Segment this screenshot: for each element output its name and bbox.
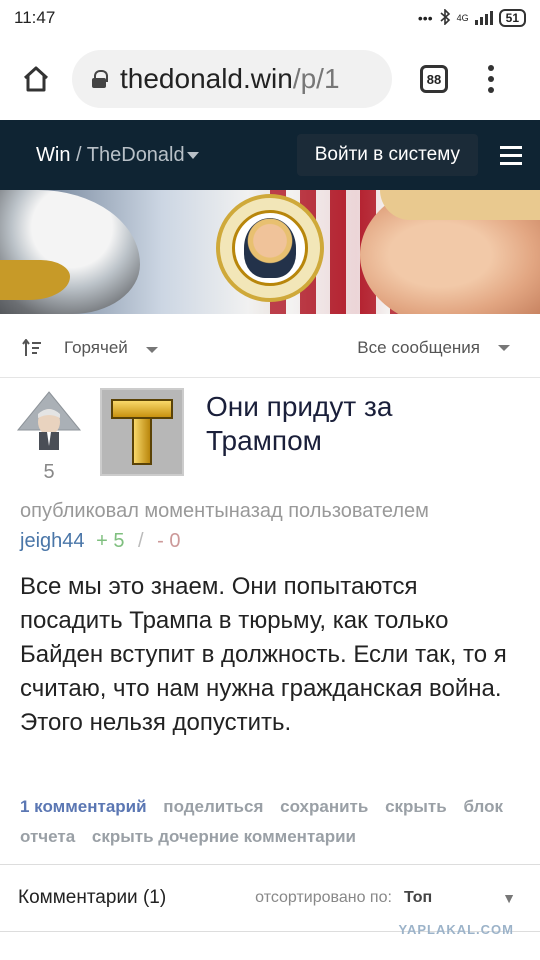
lock-icon: [92, 70, 108, 88]
network-label: 4G: [456, 13, 469, 23]
seal-portrait: [244, 218, 296, 278]
tabs-icon[interactable]: 88: [420, 65, 448, 93]
status-bar: 11:47 ••• 4G 51: [0, 0, 540, 36]
vote-divider: /: [138, 530, 144, 552]
status-time: 11:47: [14, 8, 56, 27]
post-meta: опубликовал моментыназад пользователем j…: [20, 496, 530, 556]
block-link[interactable]: блок: [463, 797, 503, 816]
breadcrumb-separator: /: [76, 143, 82, 166]
dropdown-arrow-icon: [145, 346, 158, 353]
comments-count: Комментарии (1): [18, 887, 167, 908]
post-score: 5: [43, 461, 55, 483]
login-button[interactable]: Войти в систему: [296, 134, 478, 176]
breadcrumb[interactable]: Win / TheDonald: [36, 144, 199, 167]
home-button[interactable]: [14, 57, 58, 101]
hide-children-link[interactable]: скрыть дочерние комментарии: [92, 827, 356, 846]
filter-select[interactable]: Все сообщения: [357, 338, 510, 358]
more-vert-icon[interactable]: [488, 65, 494, 93]
post-thumbnail[interactable]: [100, 388, 184, 476]
sorted-by-label: отсортировано по:: [255, 889, 392, 906]
bluetooth-icon: [439, 7, 451, 28]
author-link[interactable]: jeigh44: [20, 530, 85, 552]
url-text: thedonald.win/p/1: [120, 63, 340, 95]
sort-bar: Горячей Все сообщения: [0, 318, 540, 378]
brand-link[interactable]: Win: [36, 144, 70, 166]
browser-toolbar: thedonald.win/p/1 88: [0, 38, 540, 120]
vote-column: 5: [16, 388, 82, 484]
filter-label: Все сообщения: [357, 337, 480, 357]
url-path: /p/1: [292, 63, 340, 94]
post-title[interactable]: Они придут за Трампом: [206, 390, 506, 458]
comments-link[interactable]: 1 комментарий: [20, 797, 147, 816]
presidential-seal-logo: [216, 194, 324, 302]
seal-ring: [232, 210, 308, 286]
report-link[interactable]: отчета: [20, 827, 75, 846]
sort-label: Горячей: [64, 337, 128, 357]
post-actions: 1 комментарий поделиться сохранить скрыт…: [20, 792, 520, 852]
sort-select[interactable]: Горячей: [64, 338, 158, 358]
dots-icon: •••: [417, 10, 433, 26]
dropdown-arrow-icon: [498, 344, 510, 351]
chevron-down-icon[interactable]: [186, 151, 199, 159]
hamburger-icon[interactable]: [500, 145, 522, 165]
downvote-count: - 0: [157, 530, 181, 552]
chevron-down-icon[interactable]: ▼: [502, 890, 516, 906]
hide-link[interactable]: скрыть: [385, 797, 447, 816]
share-link[interactable]: поделиться: [163, 797, 263, 816]
signal-icon: [474, 11, 493, 25]
post-body: Все мы это знаем. Они попытаются посадит…: [20, 573, 507, 736]
url-host: thedonald.win: [120, 63, 293, 94]
home-icon: [23, 66, 49, 92]
save-link[interactable]: сохранить: [280, 797, 368, 816]
battery-icon: 51: [498, 9, 526, 27]
community-link[interactable]: TheDonald: [87, 144, 185, 166]
status-icons: ••• 4G 51: [417, 7, 526, 28]
portrait-hair: [380, 190, 540, 220]
sort-icon[interactable]: [22, 338, 42, 358]
site-header: Win / TheDonald Войти в систему: [0, 120, 540, 190]
comment-sort-select[interactable]: Топ: [404, 889, 432, 907]
watermark: YAPLAKAL.COM: [398, 922, 514, 937]
address-bar[interactable]: thedonald.win/p/1: [72, 50, 392, 108]
upvote-icon[interactable]: [16, 388, 82, 454]
upvote-count: + 5: [96, 530, 125, 552]
text-post-icon: [111, 399, 173, 465]
meta-prefix: опубликовал моментыназад пользователем: [20, 500, 429, 522]
community-banner: [0, 190, 540, 314]
